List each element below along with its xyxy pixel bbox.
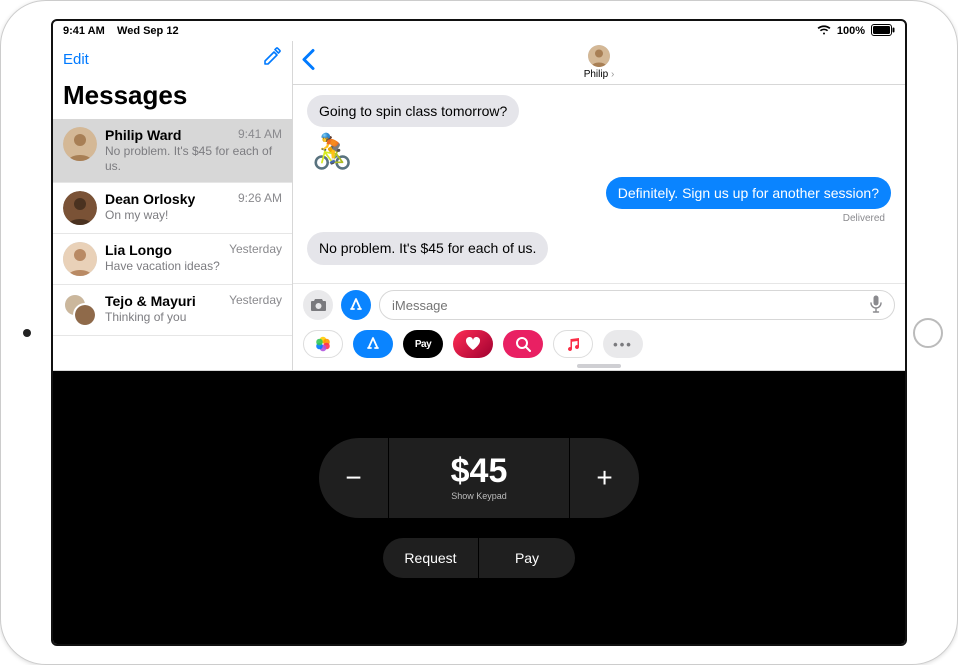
amount-control: − $45 Show Keypad + bbox=[319, 438, 639, 518]
more-apps-chip[interactable]: ••• bbox=[603, 330, 643, 358]
message-incoming: Going to spin class tomorrow? bbox=[307, 95, 519, 127]
avatar bbox=[63, 127, 97, 161]
conversation-time: Yesterday bbox=[229, 242, 282, 258]
status-right: 100% bbox=[817, 24, 895, 39]
front-camera-dot bbox=[23, 329, 31, 337]
action-control: Request Pay bbox=[383, 538, 575, 578]
edit-button[interactable]: Edit bbox=[63, 51, 89, 68]
conversation-time: 9:26 AM bbox=[238, 191, 282, 207]
back-icon[interactable] bbox=[301, 48, 315, 77]
images-app-chip[interactable] bbox=[503, 330, 543, 358]
chevron-right-icon: › bbox=[611, 69, 614, 80]
conversation-header: Philip › bbox=[293, 41, 905, 85]
sidebar: Edit Messages Philip Ward bbox=[53, 41, 293, 370]
conversation-name: Lia Longo bbox=[105, 242, 172, 258]
compose-icon[interactable] bbox=[262, 47, 282, 72]
drawer-handle[interactable] bbox=[577, 364, 621, 368]
status-time: 9:41 AM bbox=[63, 25, 105, 37]
appstore-app-chip[interactable] bbox=[353, 330, 393, 358]
conversation-pane: Philip › Going to spin class tomorrow? 🚴… bbox=[293, 41, 905, 370]
screen: 9:41 AM Wed Sep 12 100% Edit bbox=[51, 19, 907, 646]
message-outgoing: Definitely. Sign us up for another sessi… bbox=[606, 177, 891, 209]
conversation-contact-name: Philip › bbox=[584, 69, 615, 80]
messages-app: Edit Messages Philip Ward bbox=[53, 41, 905, 371]
conversation-preview: No problem. It's $45 for each of us. bbox=[105, 144, 282, 174]
show-keypad-label: Show Keypad bbox=[451, 491, 507, 501]
battery-percent: 100% bbox=[837, 25, 865, 37]
message-emoji: 🚴 bbox=[311, 135, 353, 169]
apple-pay-app-chip[interactable]: Pay bbox=[403, 330, 443, 358]
apple-pay-panel: − $45 Show Keypad + Request Pay bbox=[53, 371, 905, 644]
apple-pay-label: Pay bbox=[415, 339, 431, 350]
message-input-row bbox=[293, 283, 905, 326]
conversation-preview: Have vacation ideas? bbox=[105, 259, 282, 274]
message-input[interactable] bbox=[379, 290, 895, 320]
amount-display[interactable]: $45 Show Keypad bbox=[389, 438, 569, 518]
battery-icon bbox=[871, 24, 895, 39]
conversation-contact-button[interactable]: Philip › bbox=[584, 45, 615, 80]
conversation-list[interactable]: Philip Ward 9:41 AM No problem. It's $45… bbox=[53, 119, 292, 370]
pay-button[interactable]: Pay bbox=[479, 538, 575, 578]
app-store-button[interactable] bbox=[341, 290, 371, 320]
digital-touch-app-chip[interactable] bbox=[453, 330, 493, 358]
amount-value: $45 bbox=[451, 454, 508, 488]
status-bar: 9:41 AM Wed Sep 12 100% bbox=[53, 21, 905, 41]
decrease-button[interactable]: − bbox=[319, 438, 389, 518]
avatar-group bbox=[63, 293, 97, 327]
ipad-frame: 9:41 AM Wed Sep 12 100% Edit bbox=[0, 0, 958, 665]
conversation-item-dean[interactable]: Dean Orlosky 9:26 AM On my way! bbox=[53, 183, 292, 234]
message-incoming: No problem. It's $45 for each of us. bbox=[307, 232, 548, 264]
photos-app-chip[interactable] bbox=[303, 330, 343, 358]
camera-button[interactable] bbox=[303, 290, 333, 320]
avatar bbox=[63, 191, 97, 225]
request-button[interactable]: Request bbox=[383, 538, 479, 578]
sidebar-title: Messages bbox=[53, 72, 292, 119]
app-drawer: Pay ••• bbox=[293, 326, 905, 366]
home-button[interactable] bbox=[913, 318, 943, 348]
delivery-status: Delivered bbox=[843, 213, 885, 224]
avatar bbox=[63, 242, 97, 276]
increase-button[interactable]: + bbox=[569, 438, 639, 518]
conversation-item-philip[interactable]: Philip Ward 9:41 AM No problem. It's $45… bbox=[53, 119, 292, 183]
conversation-time: 9:41 AM bbox=[238, 127, 282, 143]
conversation-preview: On my way! bbox=[105, 208, 282, 223]
message-text-field[interactable] bbox=[392, 298, 870, 313]
wifi-icon bbox=[817, 24, 831, 38]
avatar bbox=[588, 45, 610, 67]
mic-icon[interactable] bbox=[870, 295, 882, 316]
status-date: Wed Sep 12 bbox=[117, 25, 179, 37]
conversation-preview: Thinking of you bbox=[105, 310, 282, 325]
conversation-name: Dean Orlosky bbox=[105, 191, 195, 207]
conversation-name: Philip Ward bbox=[105, 127, 181, 143]
conversation-time: Yesterday bbox=[229, 293, 282, 309]
conversation-body[interactable]: Going to spin class tomorrow? 🚴 Definite… bbox=[293, 85, 905, 283]
conversation-name: Tejo & Mayuri bbox=[105, 293, 196, 309]
status-time-date: 9:41 AM Wed Sep 12 bbox=[63, 25, 179, 37]
conversation-item-lia[interactable]: Lia Longo Yesterday Have vacation ideas? bbox=[53, 234, 292, 285]
music-app-chip[interactable] bbox=[553, 330, 593, 358]
conversation-item-tejo-mayuri[interactable]: Tejo & Mayuri Yesterday Thinking of you bbox=[53, 285, 292, 336]
